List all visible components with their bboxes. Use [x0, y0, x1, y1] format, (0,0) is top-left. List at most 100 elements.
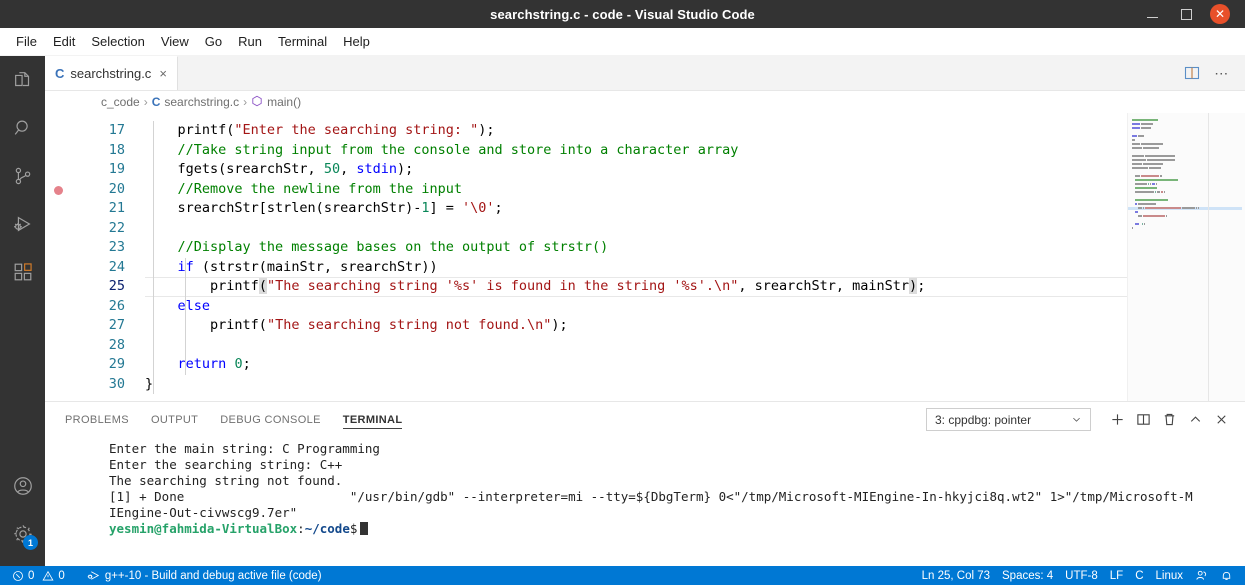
line-number[interactable]: 29	[45, 355, 145, 375]
minimap-segment	[1143, 147, 1159, 149]
code-line[interactable]: if (strstr(mainStr, srearchStr))	[145, 258, 1127, 278]
code-token: ;	[494, 200, 503, 216]
terminal-selector[interactable]: 3: cppdbg: pointer	[926, 408, 1091, 431]
menu-file[interactable]: File	[8, 32, 45, 51]
terminal-selector-value: 3: cppdbg: pointer	[935, 412, 1032, 427]
minimap-segment	[1145, 155, 1175, 157]
line-number[interactable]: 22	[45, 219, 145, 239]
status-platform[interactable]: Linux	[1150, 566, 1190, 585]
minimap-line	[1128, 139, 1245, 142]
code-editor[interactable]: 17 18 19 20 21 22 23 24 25 26 27 28 29 30 printf("Ent…	[45, 113, 1245, 401]
tab-searchstring-c[interactable]: C searchstring.c ×	[45, 56, 178, 90]
code-line[interactable]: fgets(srearchStr, 50, stdin);	[145, 160, 1127, 180]
activity-item-run-debug[interactable]	[0, 200, 45, 248]
menu-view[interactable]: View	[153, 32, 197, 51]
tab-output[interactable]: OUTPUT	[151, 402, 198, 437]
minimap-segment	[1140, 175, 1160, 177]
terminal-output[interactable]: Enter the main string: C Programming Ent…	[45, 437, 1245, 566]
tab-close-icon[interactable]: ×	[159, 66, 167, 81]
new-terminal-button[interactable]	[1105, 408, 1129, 432]
line-number[interactable]: 30	[45, 375, 145, 395]
minimap-line	[1128, 135, 1245, 138]
code-line[interactable]: //Take string input from the console and…	[145, 141, 1127, 161]
code-line[interactable]	[145, 336, 1127, 356]
menu-terminal[interactable]: Terminal	[270, 32, 335, 51]
activity-item-search[interactable]	[0, 104, 45, 152]
status-language-mode[interactable]: C	[1129, 566, 1149, 585]
minimap-line	[1128, 123, 1245, 126]
code-line[interactable]: printf("The searching string '%s' is fou…	[145, 277, 1127, 297]
activity-item-accounts[interactable]	[0, 462, 45, 510]
code-line[interactable]: srearchStr[strlen(srearchStr)-1] = '\0';	[145, 199, 1127, 219]
minimap[interactable]	[1127, 113, 1245, 401]
build-task-icon	[87, 569, 101, 582]
minimize-button[interactable]	[1135, 0, 1169, 28]
code-content[interactable]: printf("Enter the searching string: "); …	[145, 113, 1127, 401]
minimap-indent	[1132, 191, 1134, 193]
code-line[interactable]: }	[145, 375, 1127, 395]
line-number[interactable]: 25	[45, 277, 145, 297]
status-problems[interactable]: 0 0	[6, 566, 71, 585]
minimap-indent	[1140, 223, 1141, 225]
code-line[interactable]: printf("Enter the searching string: ");	[145, 121, 1127, 141]
minimap-line	[1128, 183, 1245, 186]
line-number[interactable]: 17	[45, 121, 145, 141]
line-number-gutter[interactable]: 17 18 19 20 21 22 23 24 25 26 27 28 29 30	[45, 113, 145, 401]
line-number[interactable]: 27	[45, 316, 145, 336]
line-number[interactable]: 20	[45, 180, 145, 200]
activity-item-source-control[interactable]	[0, 152, 45, 200]
maximize-panel-button[interactable]	[1183, 408, 1207, 432]
activity-item-settings[interactable]: 1	[0, 510, 45, 558]
status-build-task[interactable]: g++-10 - Build and debug active file (co…	[81, 566, 328, 585]
breadcrumb-folder[interactable]: c_code	[101, 95, 140, 109]
status-notifications-button[interactable]	[1214, 566, 1239, 585]
more-actions-button[interactable]: ⋯	[1209, 59, 1235, 87]
kill-terminal-button[interactable]	[1157, 408, 1181, 432]
line-number[interactable]: 21	[45, 199, 145, 219]
split-terminal-button[interactable]	[1131, 408, 1155, 432]
minimap-segment	[1132, 143, 1140, 145]
tab-terminal[interactable]: TERMINAL	[342, 402, 403, 437]
status-encoding[interactable]: UTF-8	[1059, 566, 1104, 585]
minimap-indent	[1132, 223, 1134, 225]
breadcrumb-file[interactable]: searchstring.c	[164, 95, 239, 109]
code-line[interactable]: return 0;	[145, 355, 1127, 375]
minimap-indent	[1132, 215, 1137, 217]
status-eol[interactable]: LF	[1104, 566, 1129, 585]
code-token: ] =	[429, 200, 463, 216]
menu-edit[interactable]: Edit	[45, 32, 83, 51]
code-line[interactable]	[145, 219, 1127, 239]
code-line[interactable]: else	[145, 297, 1127, 317]
maximize-button[interactable]	[1169, 0, 1203, 28]
status-feedback-button[interactable]	[1189, 566, 1214, 585]
menu-go[interactable]: Go	[197, 32, 230, 51]
split-editor-right-button[interactable]	[1179, 59, 1205, 87]
feedback-icon	[1195, 569, 1208, 582]
code-line[interactable]: //Display the message bases on the outpu…	[145, 238, 1127, 258]
line-number[interactable]: 19	[45, 160, 145, 180]
menu-run[interactable]: Run	[230, 32, 270, 51]
activity-item-extensions[interactable]	[0, 248, 45, 296]
menu-selection[interactable]: Selection	[83, 32, 152, 51]
status-indentation[interactable]: Spaces: 4	[996, 566, 1059, 585]
close-panel-button[interactable]	[1209, 408, 1233, 432]
tab-debug-console[interactable]: DEBUG CONSOLE	[220, 402, 321, 437]
line-number[interactable]: 24	[45, 258, 145, 278]
tab-problems[interactable]: PROBLEMS	[65, 402, 129, 437]
line-number[interactable]: 26	[45, 297, 145, 317]
close-button[interactable]: ✕	[1203, 0, 1237, 28]
line-number[interactable]: 18	[45, 141, 145, 161]
line-number[interactable]: 28	[45, 336, 145, 356]
breakpoint-icon[interactable]	[54, 185, 63, 195]
line-number[interactable]: 23	[45, 238, 145, 258]
status-cursor-position[interactable]: Ln 25, Col 73	[916, 566, 996, 585]
breadcrumb-symbol[interactable]: main()	[267, 95, 301, 109]
menu-help[interactable]: Help	[335, 32, 378, 51]
activity-item-explorer[interactable]	[0, 56, 45, 104]
code-line[interactable]: //Remove the newline from the input	[145, 180, 1127, 200]
code-line[interactable]: printf("The searching string not found.\…	[145, 316, 1127, 336]
minimize-icon	[1146, 16, 1158, 18]
